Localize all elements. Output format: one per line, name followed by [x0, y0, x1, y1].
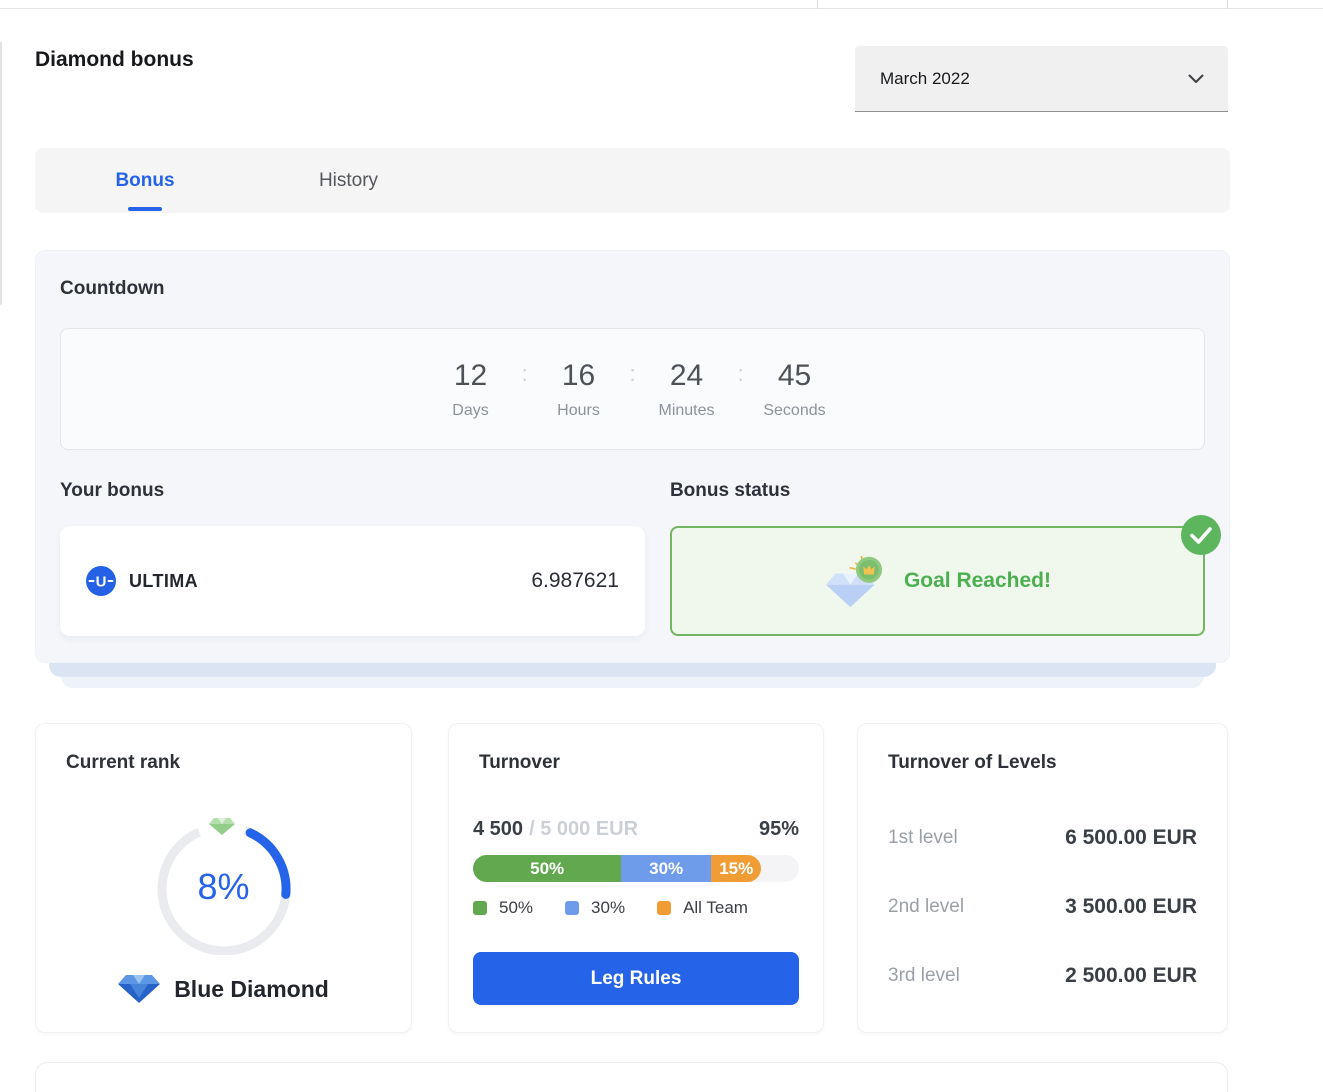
level-value: 2 500.00 EUR: [1065, 964, 1197, 988]
leg-rules-button[interactable]: Leg Rules: [473, 952, 799, 1005]
turnover-target-value: 5 000 EUR: [540, 818, 638, 840]
level-label: 2nd level: [888, 896, 964, 918]
turnover-target: / 5 000 EUR: [529, 818, 638, 841]
bonus-status-box: Goal Reached!: [670, 526, 1205, 636]
tab-bar: Bonus History: [35, 148, 1230, 213]
bar-segment-30: 30%: [621, 855, 711, 882]
legend-swatch-green: [473, 901, 487, 915]
active-tab-underline: [128, 207, 162, 211]
gem-blue-icon: [118, 972, 160, 1006]
tab-history[interactable]: History: [310, 148, 387, 213]
turnover-current: 4 500: [473, 818, 523, 841]
countdown-seconds-value: 45: [755, 359, 835, 393]
column-divider: [817, 0, 818, 9]
countdown-hours-label: Hours: [539, 402, 619, 420]
legend-label: All Team: [683, 898, 748, 918]
legend-label: 30%: [591, 898, 625, 918]
tab-bonus-label: Bonus: [115, 170, 174, 192]
bonus-status-title: Bonus status: [670, 480, 1205, 502]
countdown-seconds-label: Seconds: [755, 402, 835, 420]
countdown-title: Countdown: [60, 278, 1205, 300]
top-table-edge: [0, 0, 1323, 9]
level-value: 3 500.00 EUR: [1065, 895, 1197, 919]
legend-swatch-blue: [565, 901, 579, 915]
goal-reached-text: Goal Reached!: [904, 569, 1051, 593]
countdown-seconds: 45 Seconds: [755, 359, 835, 420]
legend-item: 30%: [565, 898, 625, 918]
legend-swatch-orange: [657, 901, 671, 915]
turnover-legend: 50% 30% All Team: [473, 898, 799, 918]
currency-name: ULTIMA: [129, 571, 198, 592]
bonus-panel: Countdown 12 Days : 16 Hours : 24 Minute…: [35, 250, 1230, 663]
turnover-card: Turnover 4 500 / 5 000 EUR 95% 50% 30% 1…: [448, 723, 824, 1033]
tab-history-label: History: [319, 170, 378, 192]
check-icon: [1181, 515, 1221, 555]
rank-percent: 8%: [36, 866, 411, 908]
countdown-hours: 16 Hours: [539, 359, 619, 420]
countdown-hours-value: 16: [539, 359, 619, 393]
countdown-days-label: Days: [431, 402, 511, 420]
legend-item: 50%: [473, 898, 533, 918]
your-bonus-card: U ULTIMA 6.987621: [60, 526, 645, 636]
level-value: 6 500.00 EUR: [1065, 826, 1197, 850]
countdown-timer: 12 Days : 16 Hours : 24 Minutes : 45 Sec…: [60, 328, 1205, 450]
levels-list: 1st level 6 500.00 EUR 2nd level 3 500.0…: [882, 826, 1203, 988]
period-select-value: March 2022: [880, 69, 1188, 89]
rank-name: Blue Diamond: [174, 976, 329, 1003]
level-label: 3rd level: [888, 965, 960, 987]
level-row: 3rd level 2 500.00 EUR: [888, 964, 1197, 988]
countdown-separator: :: [727, 361, 755, 387]
countdown-days: 12 Days: [431, 359, 511, 420]
current-rank-title: Current rank: [66, 752, 387, 774]
rank-row: Blue Diamond: [36, 972, 411, 1006]
diamond-goal-icon: [824, 553, 886, 609]
left-panel-edge: [0, 42, 2, 305]
column-divider: [1227, 0, 1228, 9]
countdown-days-value: 12: [431, 359, 511, 393]
period-select[interactable]: March 2022: [855, 46, 1228, 112]
countdown-separator: :: [511, 361, 539, 387]
legend-label: 50%: [499, 898, 533, 918]
countdown-separator: :: [619, 361, 647, 387]
turnover-progress-bar: 50% 30% 15%: [473, 855, 799, 882]
svg-text:U: U: [96, 574, 107, 591]
turnover-title: Turnover: [479, 752, 799, 774]
legend-item: All Team: [657, 898, 748, 918]
turnover-levels-title: Turnover of Levels: [888, 752, 1203, 774]
bar-segment-50: 50%: [473, 855, 621, 882]
countdown-minutes: 24 Minutes: [647, 359, 727, 420]
turnover-levels-card: Turnover of Levels 1st level 6 500.00 EU…: [857, 723, 1228, 1033]
turnover-stats: 4 500 / 5 000 EUR 95%: [473, 818, 799, 841]
chevron-down-icon: [1188, 74, 1204, 84]
bar-segment-15: 15%: [711, 855, 762, 882]
page-title: Diamond bonus: [35, 48, 194, 72]
level-row: 1st level 6 500.00 EUR: [888, 826, 1197, 850]
tab-bonus[interactable]: Bonus: [110, 148, 180, 213]
level-label: 1st level: [888, 827, 958, 849]
ultima-logo-icon: U: [86, 566, 116, 596]
level-row: 2nd level 3 500.00 EUR: [888, 895, 1197, 919]
turnover-percent: 95%: [759, 818, 799, 841]
countdown-minutes-label: Minutes: [647, 402, 727, 420]
current-rank-card: Current rank 8% Blue Diamond: [35, 723, 412, 1033]
countdown-minutes-value: 24: [647, 359, 727, 393]
turnover-separator: /: [529, 818, 535, 840]
bonus-amount: 6.987621: [531, 569, 619, 593]
next-section-card: [35, 1062, 1228, 1092]
your-bonus-title: Your bonus: [60, 480, 645, 502]
